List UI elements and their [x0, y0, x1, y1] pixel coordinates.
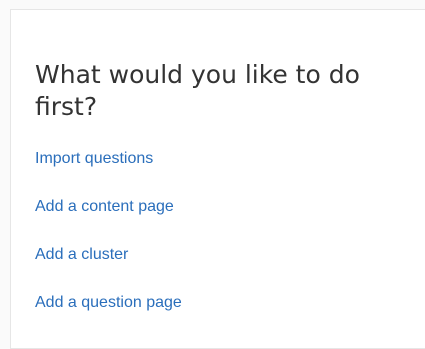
- list-item: Import questions: [35, 147, 182, 171]
- list-item: Add a content page: [35, 195, 182, 219]
- import-questions-link[interactable]: Import questions: [35, 147, 153, 171]
- add-content-page-link[interactable]: Add a content page: [35, 195, 174, 219]
- first-actions-list: Import questions Add a content page Add …: [35, 147, 182, 339]
- list-item: Add a question page: [35, 291, 182, 315]
- add-cluster-link[interactable]: Add a cluster: [35, 243, 128, 267]
- list-item: Add a cluster: [35, 243, 182, 267]
- panel-heading: What would you like to do first?: [35, 60, 360, 121]
- add-question-page-link[interactable]: Add a question page: [35, 291, 182, 315]
